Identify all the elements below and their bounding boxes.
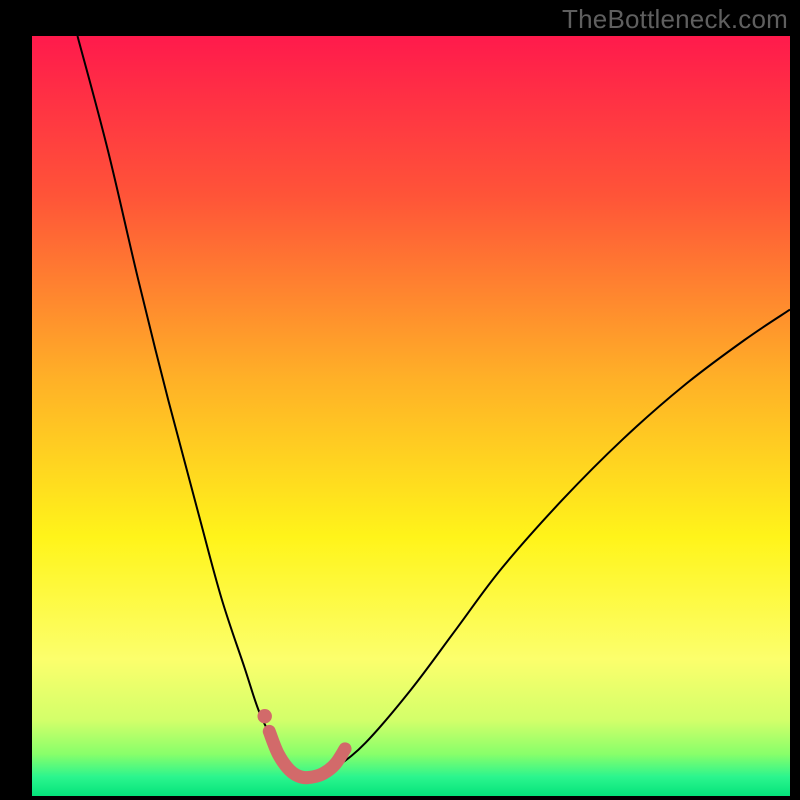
near-optimal-band [269,731,345,777]
bottleneck-curve [77,36,790,778]
chart-frame: TheBottleneck.com [0,0,800,800]
plot-area [32,36,790,796]
highlight-dot [258,709,272,723]
watermark-text: TheBottleneck.com [562,4,788,35]
curve-layer [32,36,790,796]
